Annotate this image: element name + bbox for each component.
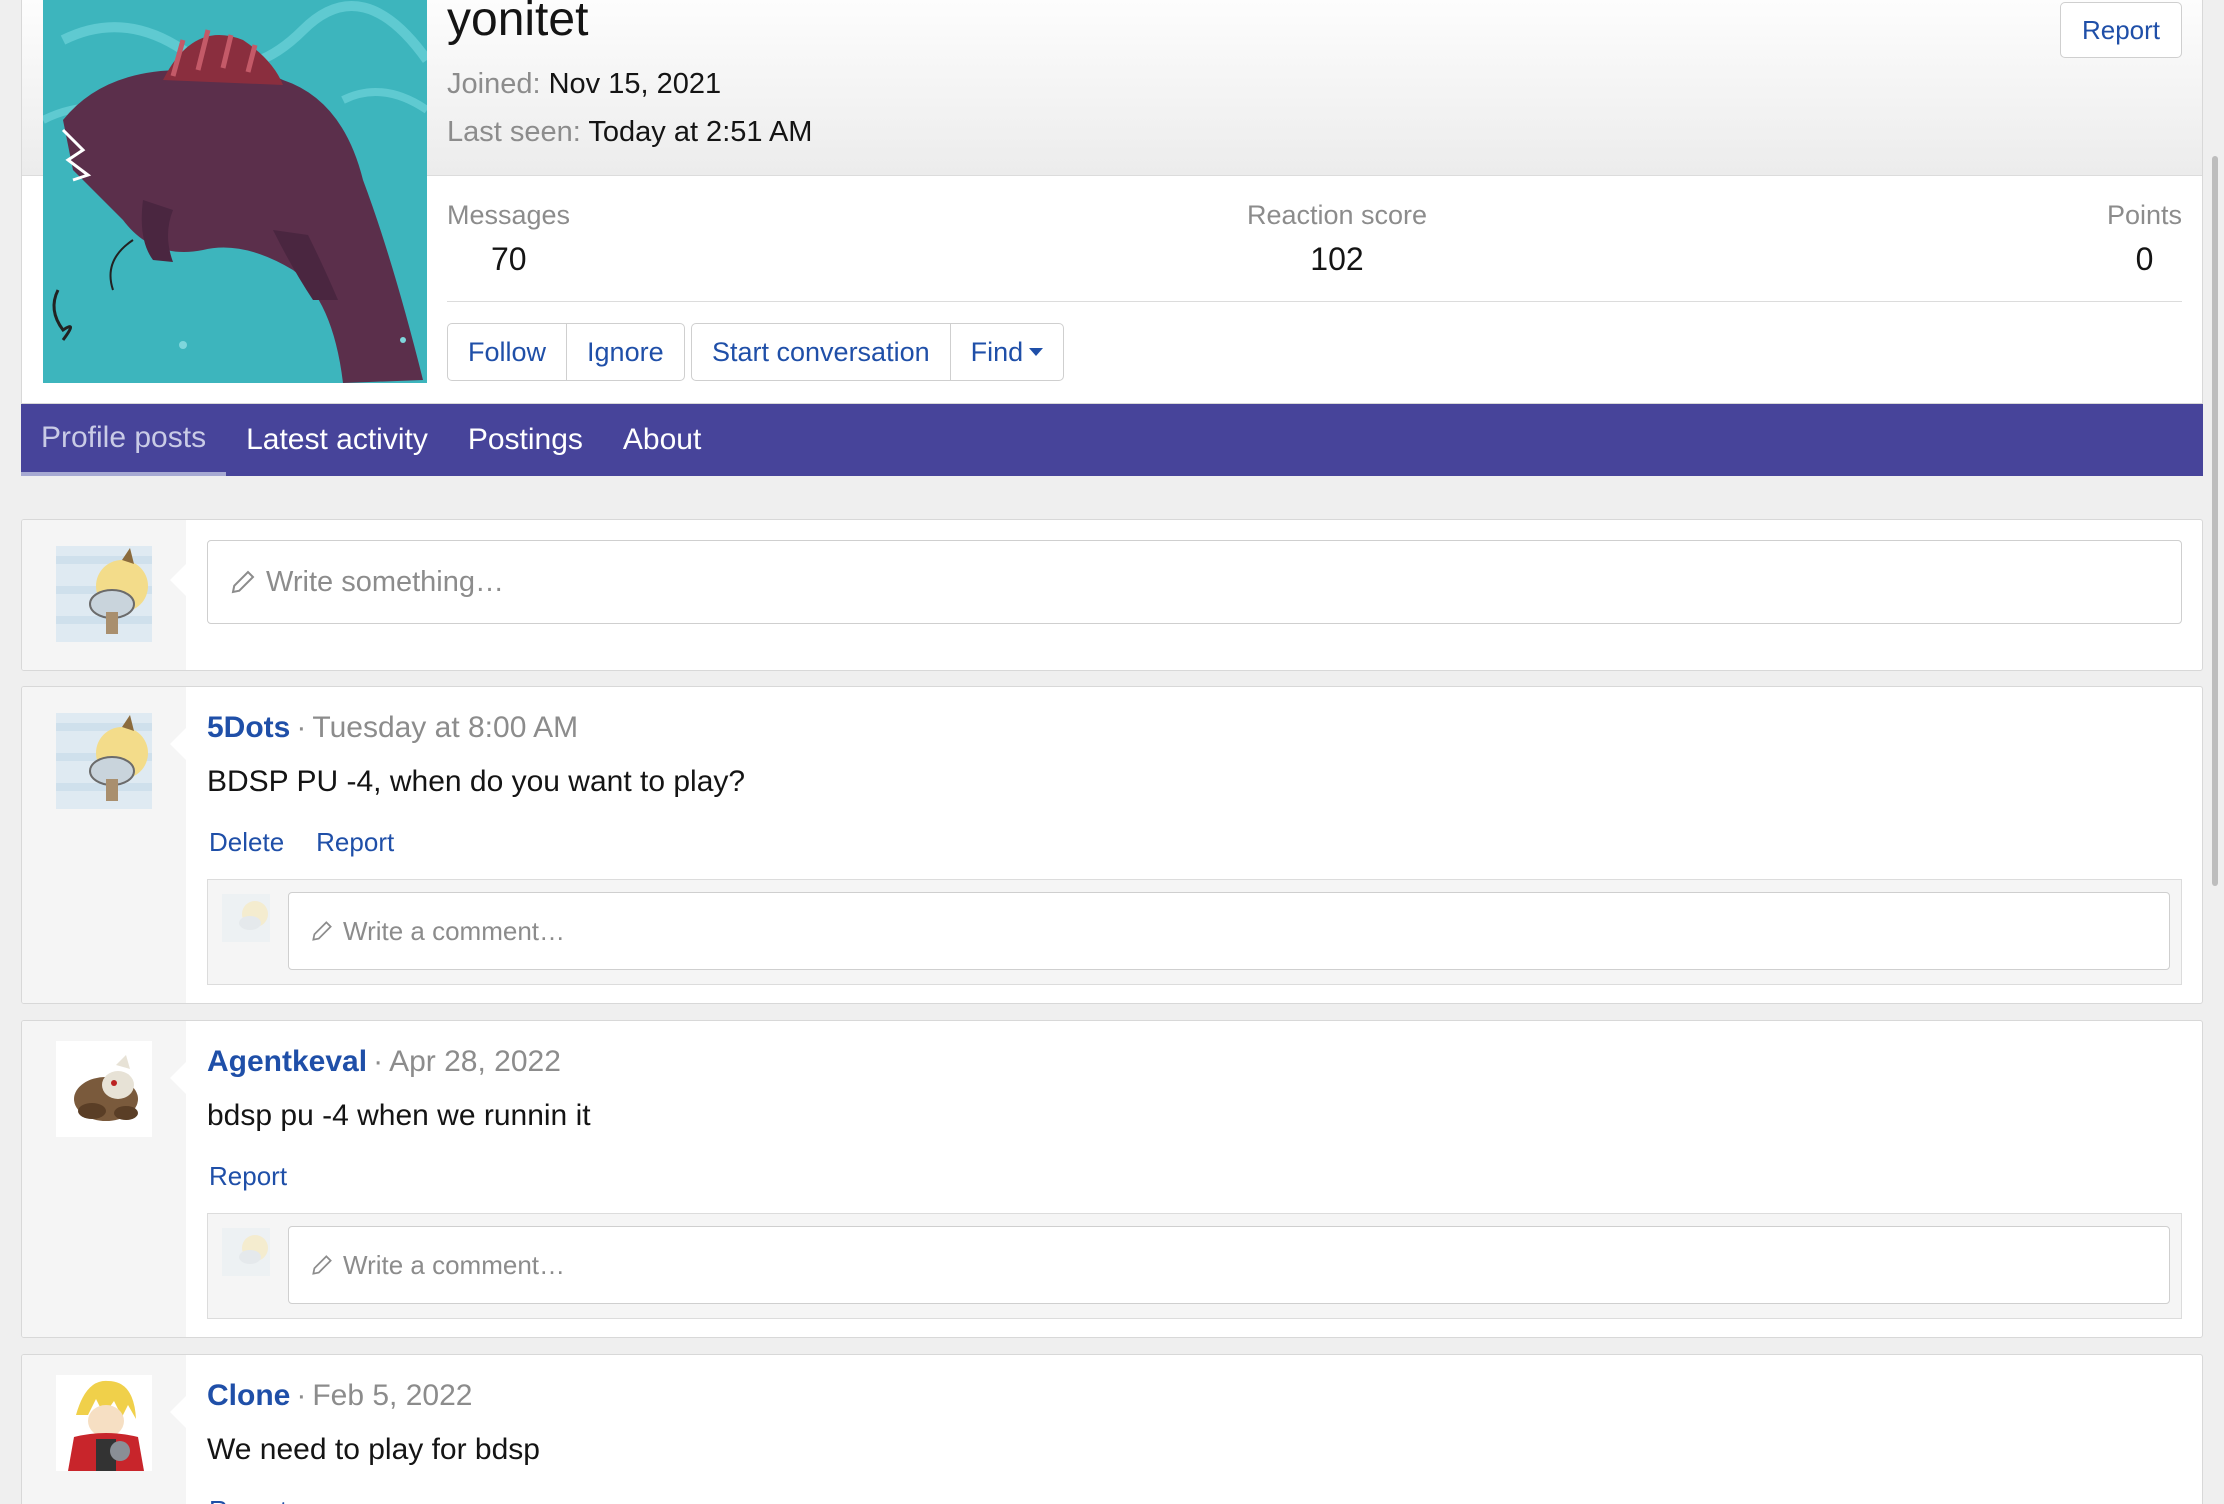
post-author-avatar[interactable]: [56, 1041, 152, 1137]
caret-down-icon: [1029, 348, 1044, 356]
find-button[interactable]: Find: [949, 324, 1064, 380]
report-post-link[interactable]: Report: [209, 1495, 287, 1504]
ignore-button[interactable]: Ignore: [566, 324, 684, 380]
comment-placeholder: Write a comment…: [343, 915, 566, 946]
stat-reaction-score[interactable]: Reaction score 102: [1237, 200, 1437, 278]
separator-dot: ·: [296, 711, 307, 744]
profile-post: Agentkeval · Apr 28, 2022 bdsp pu -4 when …: [21, 1020, 2203, 1338]
stat-value: 70: [491, 241, 527, 277]
post-author-avatar[interactable]: [56, 1375, 152, 1471]
follow-ignore-group: Follow Ignore: [447, 323, 685, 381]
start-conversation-button[interactable]: Start conversation: [692, 324, 950, 380]
tab-postings[interactable]: Postings: [448, 404, 603, 476]
post-header: Clone · Feb 5, 2022: [207, 1379, 472, 1413]
profile-tabs: Profile posts Latest activity Postings A…: [21, 404, 2203, 476]
pencil-icon: [312, 921, 332, 941]
profile-post-composer: Write something…: [21, 519, 2203, 671]
post-body: bdsp pu -4 when we runnin it: [207, 1099, 591, 1132]
current-user-avatar[interactable]: [56, 546, 152, 642]
page-scrollbar[interactable]: [2212, 156, 2218, 886]
stat-label: Points: [2106, 200, 2182, 230]
composer-placeholder: Write something…: [266, 565, 504, 598]
comment-placeholder: Write a comment…: [343, 1249, 566, 1280]
follow-button[interactable]: Follow: [448, 324, 566, 380]
conversation-find-group: Start conversation Find: [691, 323, 1065, 381]
stat-label: Reaction score: [1246, 200, 1428, 230]
pointer-arrow: [170, 1396, 186, 1428]
profile-header: yonitet Joined: Nov 15, 2021 Last seen: …: [21, 0, 2203, 404]
delete-post-link[interactable]: Delete: [209, 827, 284, 858]
profile-username: yonitet: [447, 0, 589, 46]
write-comment-input[interactable]: Write a comment…: [288, 1226, 2170, 1304]
pointer-arrow: [170, 1062, 186, 1094]
post-actions: Report: [209, 1161, 287, 1192]
write-comment-input[interactable]: Write a comment…: [288, 892, 2170, 970]
joined-line: Joined: Nov 15, 2021: [447, 68, 721, 101]
joined-value: Nov 15, 2021: [548, 68, 722, 100]
stat-messages[interactable]: Messages 70: [447, 200, 570, 278]
separator-dot: ·: [373, 1045, 384, 1078]
comment-user-avatar: [222, 894, 270, 942]
post-author-link[interactable]: 5Dots: [207, 711, 290, 744]
write-something-input[interactable]: Write something…: [207, 540, 2182, 624]
separator-dot: ·: [296, 1379, 307, 1412]
stat-label: Messages: [447, 200, 571, 230]
comment-area: Write a comment…: [207, 879, 2182, 985]
post-header: 5Dots · Tuesday at 8:00 AM: [207, 711, 578, 745]
joined-label: Joined:: [447, 68, 541, 100]
profile-page: yonitet Joined: Nov 15, 2021 Last seen: …: [0, 0, 2224, 1504]
pencil-icon: [231, 570, 255, 594]
pencil-icon: [312, 1255, 332, 1275]
pointer-arrow: [170, 564, 186, 596]
report-post-link[interactable]: Report: [209, 1161, 287, 1192]
profile-post: Clone · Feb 5, 2022 We need to play for bd…: [21, 1354, 2203, 1504]
stat-value: 102: [1310, 241, 1364, 277]
profile-post: 5Dots · Tuesday at 8:00 AM BDSP PU -4, whe…: [21, 686, 2203, 1004]
comment-user-avatar: [222, 1228, 270, 1276]
post-timestamp[interactable]: Apr 28, 2022: [389, 1045, 561, 1078]
report-profile-button[interactable]: Report: [2060, 2, 2182, 58]
last-seen-value: Today at 2:51 AM: [588, 116, 813, 148]
profile-stats: Messages 70 Reaction score 102 Points 0: [447, 176, 2182, 302]
tab-latest-activity[interactable]: Latest activity: [226, 404, 448, 476]
tab-profile-posts[interactable]: Profile posts: [21, 404, 227, 476]
comment-area: Write a comment…: [207, 1213, 2182, 1319]
pointer-arrow: [170, 728, 186, 760]
last-seen-line: Last seen: Today at 2:51 AM: [447, 116, 812, 149]
report-post-link[interactable]: Report: [316, 827, 394, 858]
post-actions: Report: [209, 1495, 287, 1504]
post-actions: Delete Report: [209, 827, 394, 858]
profile-avatar[interactable]: [43, 0, 427, 383]
post-timestamp[interactable]: Feb 5, 2022: [312, 1379, 472, 1412]
tab-about[interactable]: About: [603, 404, 721, 476]
post-author-link[interactable]: Agentkeval: [207, 1045, 367, 1078]
post-timestamp[interactable]: Tuesday at 8:00 AM: [312, 711, 578, 744]
post-author-link[interactable]: Clone: [207, 1379, 290, 1412]
post-author-avatar[interactable]: [56, 713, 152, 809]
post-header: Agentkeval · Apr 28, 2022: [207, 1045, 561, 1079]
post-body: BDSP PU -4, when do you want to play?: [207, 765, 746, 798]
stat-points[interactable]: Points 0: [2107, 200, 2182, 278]
stat-value: 0: [2135, 241, 2154, 277]
last-seen-label: Last seen:: [447, 116, 581, 148]
find-label: Find: [970, 336, 1024, 367]
post-body: We need to play for bdsp: [207, 1433, 540, 1466]
